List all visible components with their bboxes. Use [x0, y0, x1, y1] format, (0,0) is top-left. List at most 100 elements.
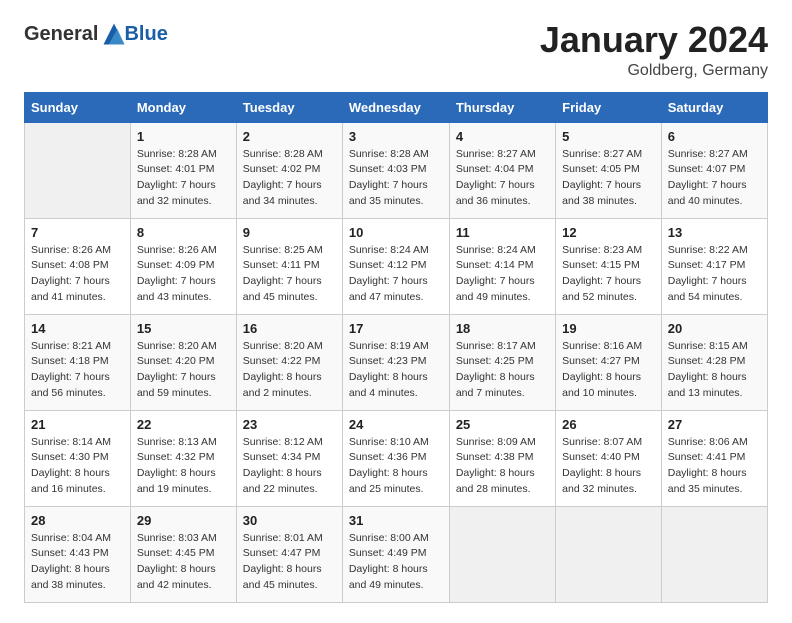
calendar-cell: 9Sunrise: 8:25 AMSunset: 4:11 PMDaylight… — [236, 218, 342, 314]
day-info: Sunrise: 8:20 AMSunset: 4:20 PMDaylight:… — [137, 339, 230, 402]
day-info: Sunrise: 8:17 AMSunset: 4:25 PMDaylight:… — [456, 339, 549, 402]
day-header-monday: Monday — [130, 92, 236, 122]
day-header-thursday: Thursday — [449, 92, 555, 122]
day-info: Sunrise: 8:16 AMSunset: 4:27 PMDaylight:… — [562, 339, 655, 402]
day-number: 5 — [562, 129, 655, 144]
day-info: Sunrise: 8:13 AMSunset: 4:32 PMDaylight:… — [137, 435, 230, 498]
day-number: 18 — [456, 321, 549, 336]
calendar-table: SundayMondayTuesdayWednesdayThursdayFrid… — [24, 92, 768, 603]
day-number: 21 — [31, 417, 124, 432]
calendar-cell: 24 Sunrise: 8:10 AMSunset: 4:36 PMDayligh… — [342, 410, 449, 506]
day-header-sunday: Sunday — [25, 92, 131, 122]
day-number: 3 — [349, 129, 443, 144]
day-header-friday: Friday — [556, 92, 662, 122]
day-number: 20 — [668, 321, 761, 336]
calendar-cell: 12Sunrise: 8:23 AMSunset: 4:15 PMDayligh… — [556, 218, 662, 314]
day-info: Sunrise: 8:00 AMSunset: 4:49 PMDaylight:… — [349, 531, 443, 594]
day-number: 26 — [562, 417, 655, 432]
calendar-cell: 16 Sunrise: 8:20 AMSunset: 4:22 PMDayligh… — [236, 314, 342, 410]
calendar-cell: 14 Sunrise: 8:21 AMSunset: 4:18 PMDayligh… — [25, 314, 131, 410]
day-number: 14 — [31, 321, 124, 336]
calendar-cell: 5 Sunrise: 8:27 AMSunset: 4:05 PMDaylight… — [556, 122, 662, 218]
day-number: 23 — [243, 417, 336, 432]
calendar-cell — [449, 506, 555, 602]
day-info: Sunrise: 8:07 AMSunset: 4:40 PMDaylight:… — [562, 435, 655, 498]
day-header-saturday: Saturday — [661, 92, 767, 122]
calendar-cell: 10Sunrise: 8:24 AMSunset: 4:12 PMDayligh… — [342, 218, 449, 314]
calendar-cell: 4 Sunrise: 8:27 AMSunset: 4:04 PMDaylight… — [449, 122, 555, 218]
day-number: 6 — [668, 129, 761, 144]
day-info: Sunrise: 8:09 AMSunset: 4:38 PMDaylight:… — [456, 435, 549, 498]
calendar-cell — [556, 506, 662, 602]
day-info: Sunrise: 8:23 AMSunset: 4:15 PMDaylight:… — [562, 243, 655, 306]
week-row-4: 21 Sunrise: 8:14 AMSunset: 4:30 PMDayligh… — [25, 410, 768, 506]
day-info: Sunrise: 8:21 AMSunset: 4:18 PMDaylight:… — [31, 339, 124, 402]
calendar-cell: 18 Sunrise: 8:17 AMSunset: 4:25 PMDayligh… — [449, 314, 555, 410]
week-row-2: 7 Sunrise: 8:26 AMSunset: 4:08 PMDaylight… — [25, 218, 768, 314]
calendar-cell: 28 Sunrise: 8:04 AMSunset: 4:43 PMDayligh… — [25, 506, 131, 602]
calendar-cell: 2Sunrise: 8:28 AMSunset: 4:02 PMDaylight… — [236, 122, 342, 218]
day-number: 25 — [456, 417, 549, 432]
day-number: 24 — [349, 417, 443, 432]
day-info: Sunrise: 8:24 AMSunset: 4:14 PMDaylight:… — [456, 243, 549, 306]
calendar-cell: 26 Sunrise: 8:07 AMSunset: 4:40 PMDayligh… — [556, 410, 662, 506]
logo: General Blue — [24, 20, 168, 48]
calendar-cell: 31 Sunrise: 8:00 AMSunset: 4:49 PMDayligh… — [342, 506, 449, 602]
day-number: 28 — [31, 513, 124, 528]
day-info: Sunrise: 8:14 AMSunset: 4:30 PMDaylight:… — [31, 435, 124, 498]
day-info: Sunrise: 8:12 AMSunset: 4:34 PMDaylight:… — [243, 435, 336, 498]
day-info: Sunrise: 8:24 AMSunset: 4:12 PMDaylight:… — [349, 243, 443, 306]
day-number: 27 — [668, 417, 761, 432]
calendar-cell: 6Sunrise: 8:27 AMSunset: 4:07 PMDaylight… — [661, 122, 767, 218]
week-row-5: 28 Sunrise: 8:04 AMSunset: 4:43 PMDayligh… — [25, 506, 768, 602]
calendar-cell: 23 Sunrise: 8:12 AMSunset: 4:34 PMDayligh… — [236, 410, 342, 506]
day-info: Sunrise: 8:25 AMSunset: 4:11 PMDaylight:… — [243, 243, 336, 306]
day-info: Sunrise: 8:06 AMSunset: 4:41 PMDaylight:… — [668, 435, 761, 498]
day-info: Sunrise: 8:04 AMSunset: 4:43 PMDaylight:… — [31, 531, 124, 594]
calendar-cell: 1Sunrise: 8:28 AMSunset: 4:01 PMDaylight… — [130, 122, 236, 218]
calendar-cell: 11 Sunrise: 8:24 AMSunset: 4:14 PMDayligh… — [449, 218, 555, 314]
logo-text-general: General — [24, 23, 98, 46]
day-info: Sunrise: 8:26 AMSunset: 4:08 PMDaylight:… — [31, 243, 124, 306]
day-number: 13 — [668, 225, 761, 240]
day-info: Sunrise: 8:27 AMSunset: 4:05 PMDaylight:… — [562, 147, 655, 210]
calendar-cell: 3Sunrise: 8:28 AMSunset: 4:03 PMDaylight… — [342, 122, 449, 218]
day-number: 16 — [243, 321, 336, 336]
day-number: 22 — [137, 417, 230, 432]
days-header-row: SundayMondayTuesdayWednesdayThursdayFrid… — [25, 92, 768, 122]
calendar-cell: 22 Sunrise: 8:13 AMSunset: 4:32 PMDayligh… — [130, 410, 236, 506]
day-number: 17 — [349, 321, 443, 336]
calendar-cell: 30Sunrise: 8:01 AMSunset: 4:47 PMDayligh… — [236, 506, 342, 602]
day-number: 1 — [137, 129, 230, 144]
day-info: Sunrise: 8:03 AMSunset: 4:45 PMDaylight:… — [137, 531, 230, 594]
calendar-cell — [25, 122, 131, 218]
day-number: 30 — [243, 513, 336, 528]
day-info: Sunrise: 8:15 AMSunset: 4:28 PMDaylight:… — [668, 339, 761, 402]
day-header-wednesday: Wednesday — [342, 92, 449, 122]
calendar-cell: 15 Sunrise: 8:20 AMSunset: 4:20 PMDayligh… — [130, 314, 236, 410]
calendar-cell: 13Sunrise: 8:22 AMSunset: 4:17 PMDayligh… — [661, 218, 767, 314]
day-header-tuesday: Tuesday — [236, 92, 342, 122]
day-number: 4 — [456, 129, 549, 144]
calendar-cell: 20 Sunrise: 8:15 AMSunset: 4:28 PMDayligh… — [661, 314, 767, 410]
week-row-1: 1Sunrise: 8:28 AMSunset: 4:01 PMDaylight… — [25, 122, 768, 218]
calendar-cell: 25 Sunrise: 8:09 AMSunset: 4:38 PMDayligh… — [449, 410, 555, 506]
title-block: January 2024 Goldberg, Germany — [540, 20, 768, 80]
week-row-3: 14 Sunrise: 8:21 AMSunset: 4:18 PMDayligh… — [25, 314, 768, 410]
day-number: 29 — [137, 513, 230, 528]
day-info: Sunrise: 8:28 AMSunset: 4:02 PMDaylight:… — [243, 147, 336, 210]
calendar-cell — [661, 506, 767, 602]
day-number: 15 — [137, 321, 230, 336]
day-info: Sunrise: 8:26 AMSunset: 4:09 PMDaylight:… — [137, 243, 230, 306]
day-number: 8 — [137, 225, 230, 240]
month-title: January 2024 — [540, 20, 768, 60]
day-info: Sunrise: 8:20 AMSunset: 4:22 PMDaylight:… — [243, 339, 336, 402]
day-info: Sunrise: 8:10 AMSunset: 4:36 PMDaylight:… — [349, 435, 443, 498]
day-number: 31 — [349, 513, 443, 528]
calendar-cell: 27 Sunrise: 8:06 AMSunset: 4:41 PMDayligh… — [661, 410, 767, 506]
calendar-cell: 29 Sunrise: 8:03 AMSunset: 4:45 PMDayligh… — [130, 506, 236, 602]
day-number: 7 — [31, 225, 124, 240]
day-number: 11 — [456, 225, 549, 240]
page-header: General Blue January 2024 Goldberg, Germ… — [24, 20, 768, 80]
day-info: Sunrise: 8:27 AMSunset: 4:04 PMDaylight:… — [456, 147, 549, 210]
